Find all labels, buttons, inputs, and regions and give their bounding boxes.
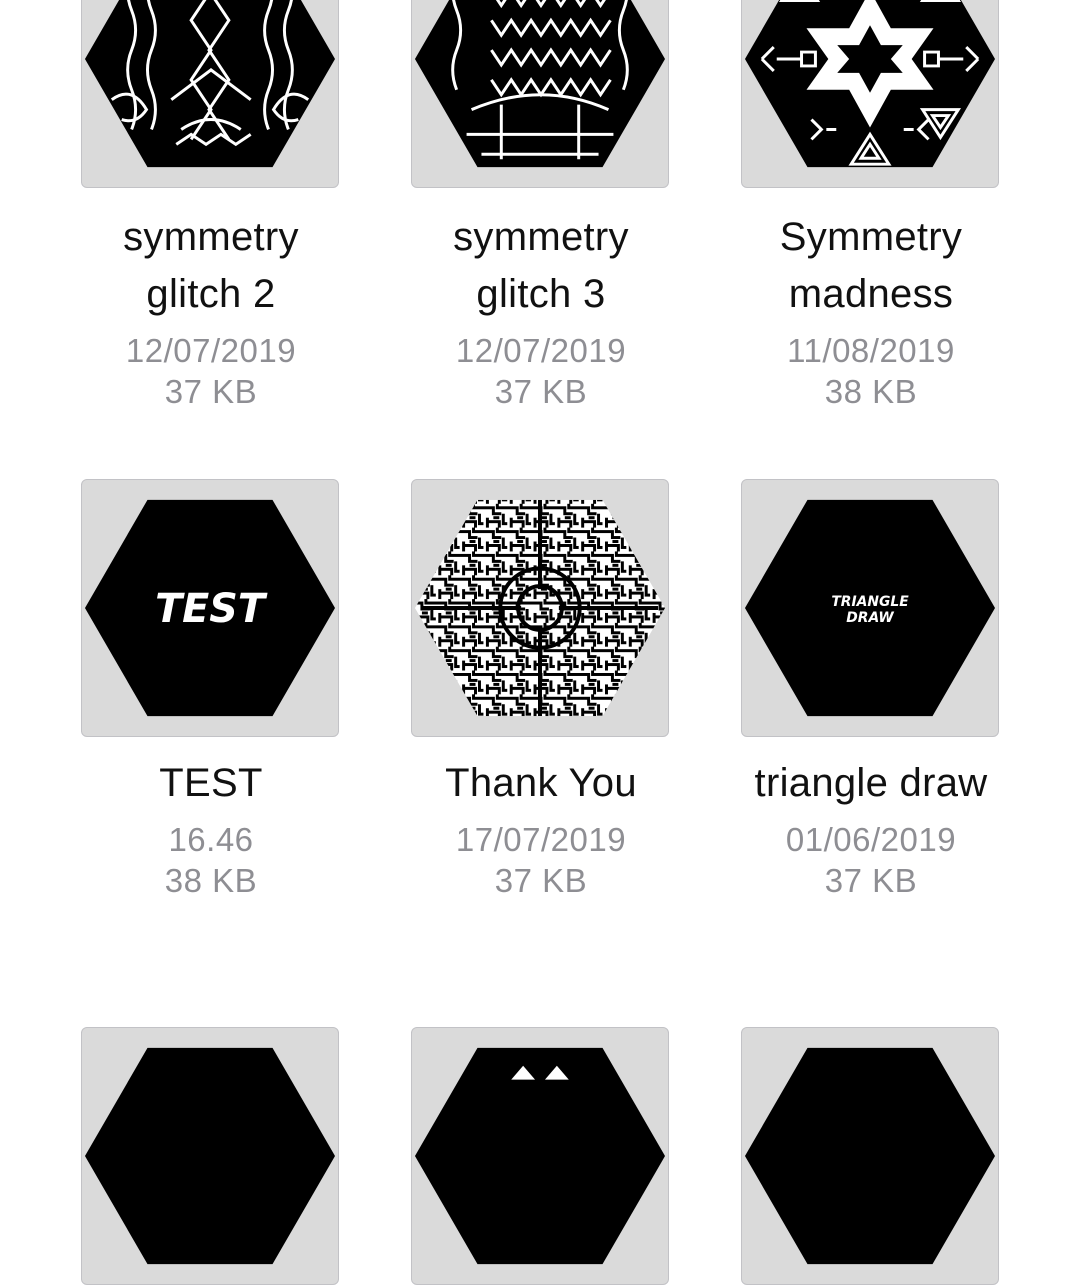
document-title-line2: glitch 2 — [61, 266, 361, 323]
document-title-line2: glitch 3 — [391, 266, 691, 323]
document-thumbnail[interactable] — [81, 1027, 339, 1285]
document-title: TEST — [61, 755, 361, 812]
document-title-line1: symmetry — [391, 209, 691, 266]
document-title: Thank You — [391, 755, 691, 812]
document-date: 12/07/2019 — [61, 330, 361, 371]
document-thumbnail[interactable] — [741, 0, 999, 188]
thumbnail-text-line1: TRIANGLE — [831, 594, 909, 610]
document-date: 12/07/2019 — [391, 330, 691, 371]
document-thumbnail[interactable]: TRIANGLE DRAW — [741, 479, 999, 737]
document-thumbnail[interactable] — [411, 479, 669, 737]
document-size: 38 KB — [721, 371, 1021, 412]
thumbnail-text-line2: DRAW — [846, 610, 894, 626]
document-size: 37 KB — [61, 371, 361, 412]
document-date: 01/06/2019 — [721, 819, 1021, 860]
document-thumbnail[interactable] — [411, 0, 669, 188]
document-thumbnail[interactable]: TEST — [81, 479, 339, 737]
document-title-line1: Symmetry — [721, 209, 1021, 266]
document-size: 38 KB — [61, 860, 361, 901]
document-size: 37 KB — [721, 860, 1021, 901]
document-date: 17/07/2019 — [391, 819, 691, 860]
document-date: 16.46 — [61, 819, 361, 860]
document-title-line2: madness — [721, 266, 1021, 323]
document-size: 37 KB — [391, 371, 691, 412]
document-title: triangle draw — [721, 755, 1021, 812]
document-size: 37 KB — [391, 860, 691, 901]
document-thumbnail[interactable] — [81, 0, 339, 188]
document-thumbnail[interactable] — [411, 1027, 669, 1285]
document-date: 11/08/2019 — [721, 330, 1021, 371]
document-thumbnail[interactable] — [741, 1027, 999, 1285]
thumbnail-text: TEST — [155, 586, 268, 632]
document-title-line1: symmetry — [61, 209, 361, 266]
